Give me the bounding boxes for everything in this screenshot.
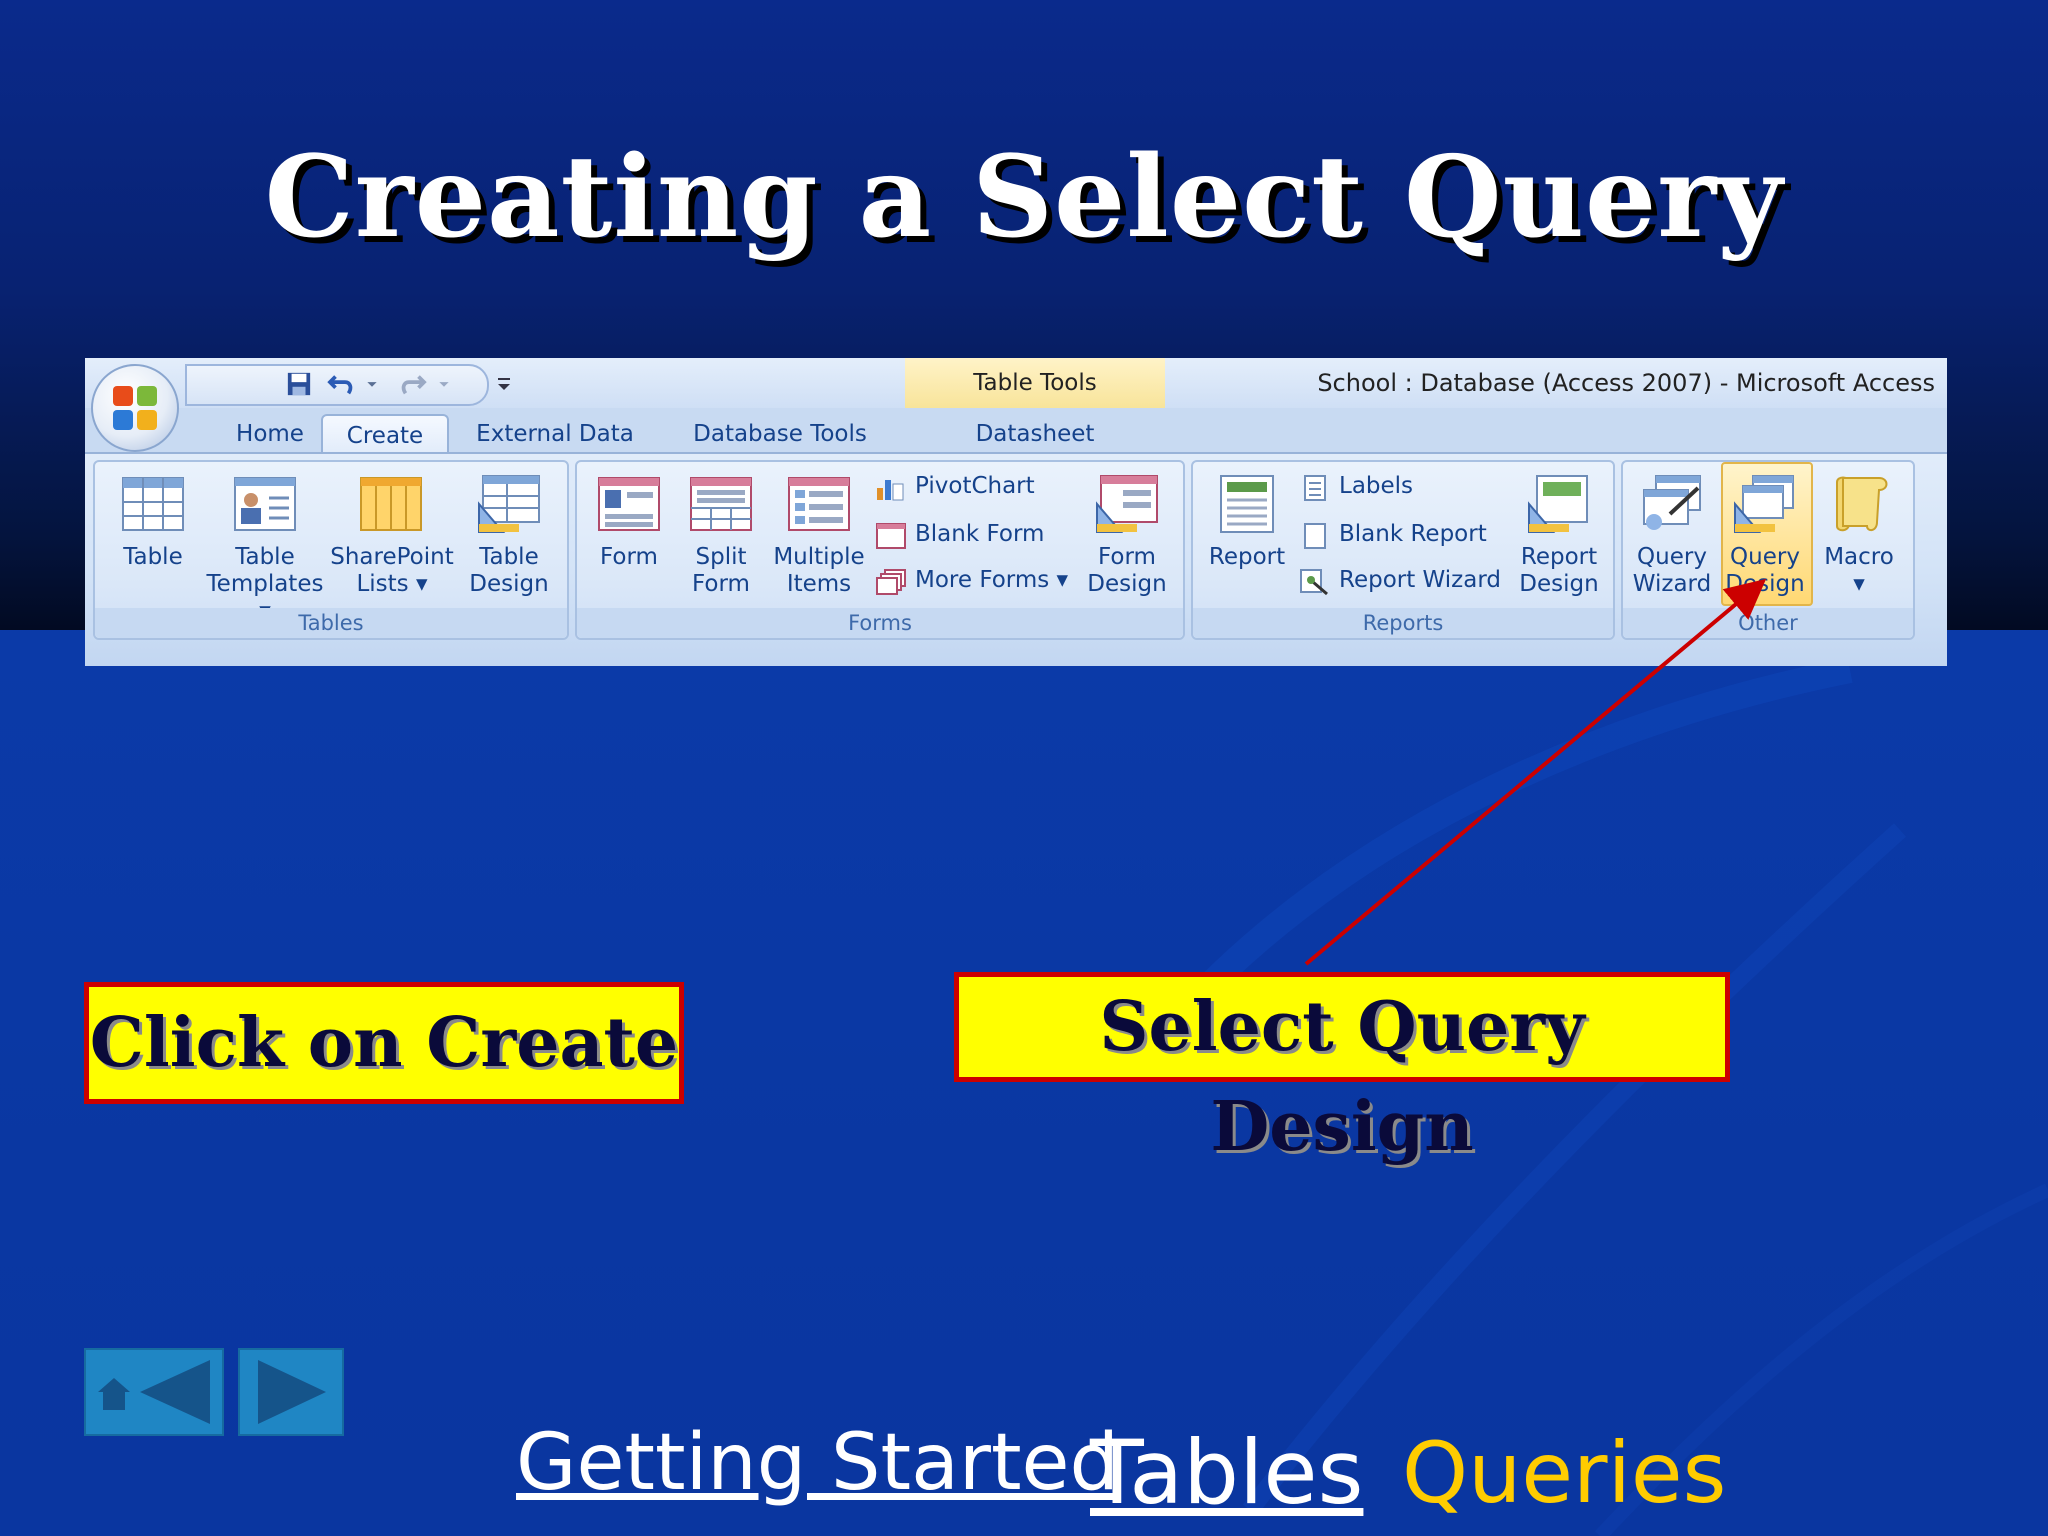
group-label-tables: Tables [95,608,567,638]
tab-database-tools[interactable]: Database Tools [675,414,885,454]
link-tables[interactable]: Tables [1090,1428,1363,1518]
table-icon [122,477,184,531]
save-icon[interactable] [285,371,313,397]
office-button[interactable] [91,364,179,452]
report-icon [1220,475,1274,533]
undo-icon[interactable] [327,371,357,397]
pivotchart-label: PivotChart [915,473,1035,499]
nav-home-back-button[interactable] [84,1348,224,1436]
form-design-icon [1096,475,1158,533]
group-label-forms: Forms [577,608,1183,638]
group-label-reports: Reports [1193,608,1613,638]
ribbon-tabs: Home Create External Data Database Tools… [85,408,1947,456]
ribbon-body: Table TableTemplates ▾ SharePointLists ▾ [85,452,1947,666]
table-templates-label: Table [235,544,295,570]
access-ribbon: Table Tools School : Database (Access 20… [85,358,1947,666]
customize-toolbar-icon[interactable] [495,370,513,396]
tab-create[interactable]: Create [321,414,449,456]
group-tables: Table TableTemplates ▾ SharePointLists ▾ [93,460,569,640]
form-label: Form [600,544,658,570]
group-reports: Report Labels Blank Report Report Wizard [1191,460,1615,640]
context-tab-title: Table Tools [905,358,1165,408]
more-forms-icon [876,569,906,595]
sharepoint-lists-icon [360,477,422,531]
pivotchart-icon [877,480,904,501]
query-design-label: Query [1730,544,1800,570]
labels-button[interactable]: Labels [1299,468,1499,504]
labels-icon [1304,475,1326,501]
group-forms: Form Split Form Multiple Items PivotChar… [575,460,1185,640]
title-bar: Table Tools School : Database (Access 20… [85,358,1947,408]
more-forms-label: More Forms ▾ [915,567,1069,593]
blank-form-label: Blank Form [915,521,1045,547]
blank-form-button[interactable]: Blank Form [875,516,1075,552]
report-wizard-label: Report Wizard [1339,567,1501,593]
home-icon [98,1378,130,1410]
group-other: Query Wizard Query Design Macro ▾ Other [1621,460,1915,640]
blank-report-label: Blank Report [1339,521,1487,547]
table-templates-icon [234,477,296,531]
report-wizard-button[interactable]: Report Wizard [1299,562,1509,598]
redo-icon[interactable] [397,371,427,397]
sharepoint-lists-label: SharePoint [330,544,454,570]
query-design-icon [1734,475,1794,533]
link-getting-started[interactable]: Getting Started [516,1418,1119,1508]
chevron-down-icon[interactable] [365,371,379,397]
office-logo-icon [113,386,157,430]
slide-title: Creating a Select Query [264,132,1784,263]
labels-label: Labels [1339,473,1414,499]
macro-label: Macro [1824,544,1894,570]
report-label: Report [1208,544,1286,570]
blank-form-icon [876,523,906,549]
more-forms-button[interactable]: More Forms ▾ [875,562,1085,598]
form-icon [598,477,660,531]
link-queries[interactable]: Queries [1402,1428,1726,1518]
callout-click-create: Click on Create [84,982,684,1104]
macro-scroll-icon [1836,476,1888,532]
back-arrow-icon [140,1360,210,1424]
forward-arrow-icon [258,1360,326,1424]
multiple-items-label: Multiple [773,544,865,570]
quick-access-toolbar [185,364,489,406]
callout-select-query-design: Select Query Design [954,972,1730,1167]
blank-report-icon [1304,523,1326,549]
split-form-label: Split [695,544,747,570]
table-design-icon [478,475,540,533]
report-design-label: Report [1520,544,1598,570]
table-button-label: Table [123,544,183,570]
form-design-label: Form [1098,544,1156,570]
group-label-other: Other [1623,608,1913,638]
report-design-icon [1528,475,1588,533]
query-wizard-icon [1643,475,1701,530]
table-design-label: Table [479,544,539,570]
query-wizard-label: Query [1637,544,1707,570]
tab-datasheet[interactable]: Datasheet [905,414,1165,454]
window-title: School : Database (Access 2007) - Micros… [1317,369,1935,397]
tab-external-data[interactable]: External Data [465,414,645,454]
multiple-items-icon [788,477,850,531]
report-wizard-icon [1300,569,1328,596]
blank-report-button[interactable]: Blank Report [1299,516,1499,552]
chevron-down-icon[interactable] [437,371,451,397]
nav-forward-button[interactable] [238,1348,344,1436]
pivotchart-button[interactable]: PivotChart [875,468,1075,504]
split-form-icon [690,477,752,531]
